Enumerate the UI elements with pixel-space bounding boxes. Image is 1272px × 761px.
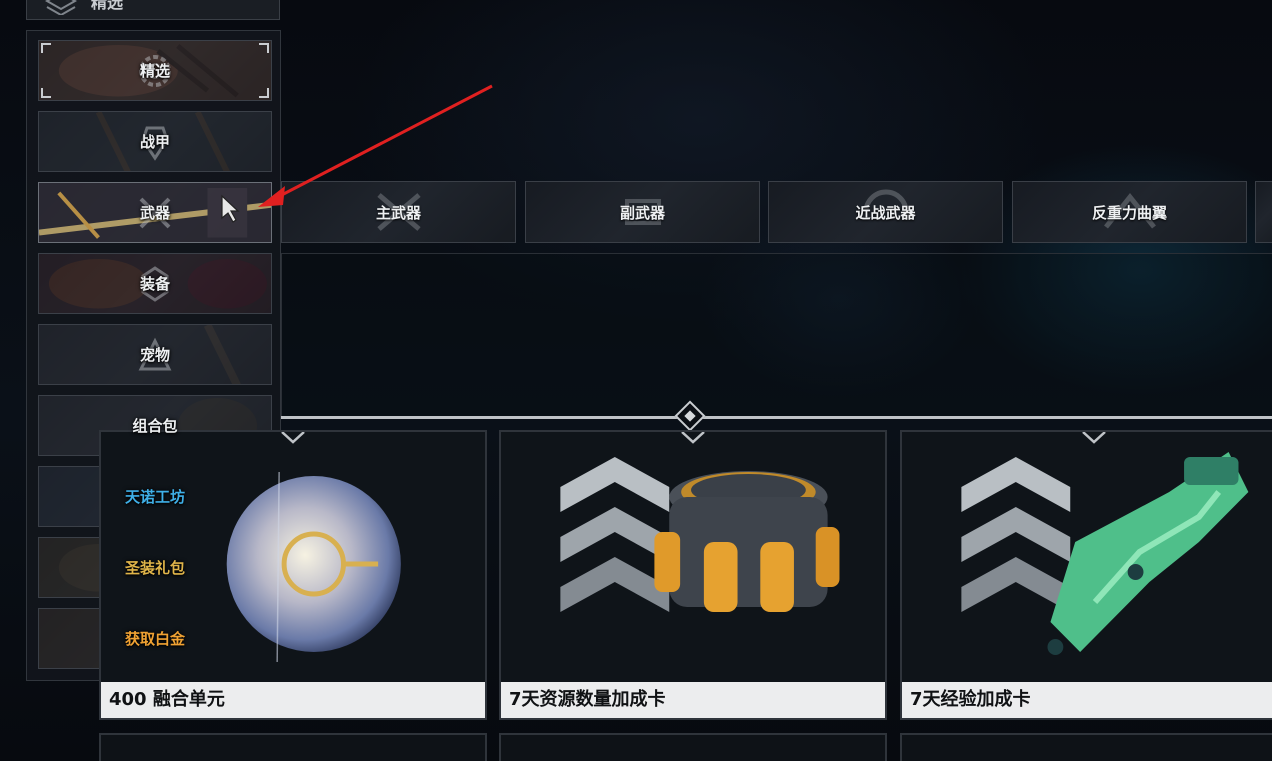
sidebar-item-label: 武器 <box>139 204 170 222</box>
tab-overflow[interactable] <box>1255 181 1272 243</box>
mouse-cursor-icon <box>221 194 240 223</box>
tab-label: 主武器 <box>375 203 421 222</box>
sidebar-item-label: 精选 <box>139 62 170 80</box>
tab-label: 副武器 <box>619 203 665 222</box>
sidebar-item-label: 天诺工坊 <box>124 488 185 506</box>
product-name: 7天资源数量加成卡 <box>501 682 885 718</box>
tab-secondary-weapons[interactable]: 副武器 <box>525 181 760 243</box>
tab-melee-weapons[interactable]: 近战武器 <box>768 181 1003 243</box>
tab-archwing[interactable]: 反重力曲翼 <box>1012 181 1247 243</box>
product-name: 400 融合单元 <box>101 682 485 718</box>
sidebar-item-label: 获取白金 <box>124 630 185 648</box>
sidebar-item-companions[interactable]: 宠物 <box>38 324 272 385</box>
resource-booster-icon <box>501 432 885 684</box>
market-header[interactable]: 精选 <box>26 0 280 20</box>
content-panel <box>281 253 1272 418</box>
sidebar-item-featured[interactable]: 精选 <box>38 40 272 101</box>
product-card-partial[interactable] <box>499 733 887 761</box>
affinity-booster-icon <box>902 432 1272 684</box>
chevron-down-icon <box>1082 432 1106 444</box>
product-card-affinity-booster[interactable]: 7天经验加成卡 <box>900 430 1272 720</box>
corner-decoration <box>259 43 269 53</box>
featured-layers-icon <box>44 0 78 15</box>
sidebar-item-label: 战甲 <box>139 133 170 151</box>
sidebar-item-warframes[interactable]: 战甲 <box>38 111 272 172</box>
tab-label: 近战武器 <box>855 203 916 222</box>
chevron-down-icon <box>281 432 305 444</box>
sidebar-item-label: 圣装礼包 <box>124 559 185 577</box>
tab-primary-weapons[interactable]: 主武器 <box>281 181 516 243</box>
section-divider <box>281 416 1272 419</box>
market-screen: 精选 精选 战甲 武器 装备 宠物 组合包 天诺工坊 圣装礼包 获取白金 主武器… <box>0 0 1272 761</box>
header-label: 精选 <box>91 0 124 12</box>
sidebar-item-label: 装备 <box>139 275 170 293</box>
product-card-partial[interactable] <box>900 733 1272 761</box>
sidebar-item-label: 宠物 <box>139 346 170 364</box>
corner-decoration <box>41 88 51 98</box>
corner-decoration <box>41 43 51 53</box>
sidebar-item-gear[interactable]: 装备 <box>38 253 272 314</box>
chevron-down-icon <box>681 432 705 444</box>
sidebar-item-label: 组合包 <box>132 417 178 435</box>
product-name: 7天经验加成卡 <box>902 682 1272 718</box>
product-card-resource-booster[interactable]: 7天资源数量加成卡 <box>499 430 887 720</box>
corner-decoration <box>259 88 269 98</box>
tab-label: 反重力曲翼 <box>1091 203 1167 222</box>
product-card-partial[interactable] <box>99 733 487 761</box>
weapon-subcategory-bar: 主武器 副武器 近战武器 反重力曲翼 <box>281 181 1272 243</box>
